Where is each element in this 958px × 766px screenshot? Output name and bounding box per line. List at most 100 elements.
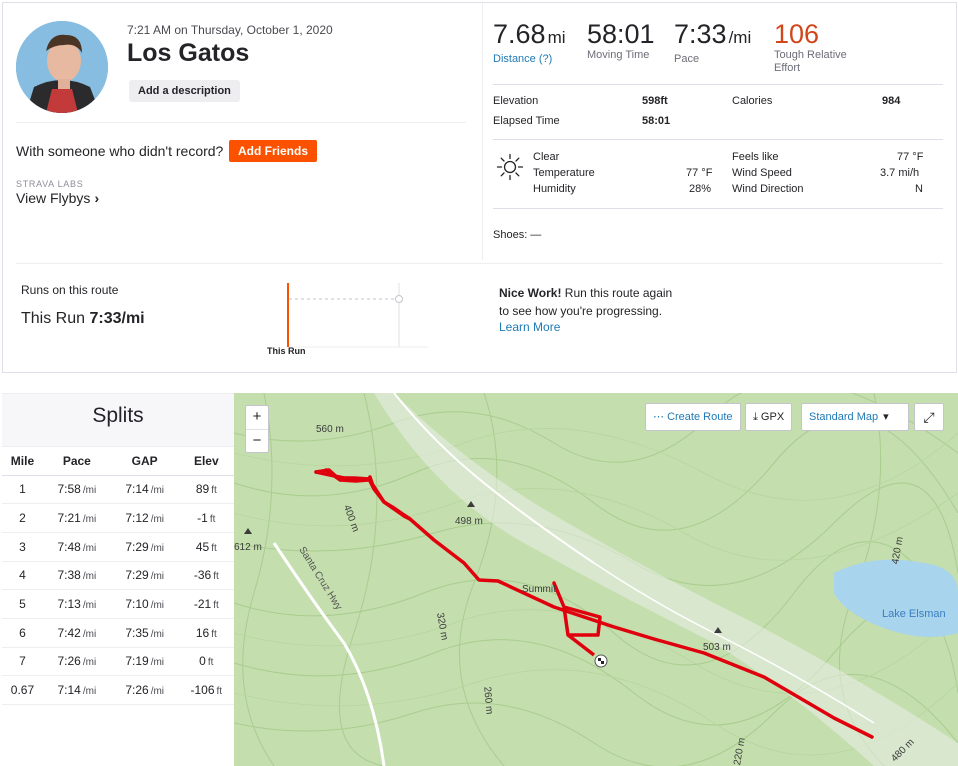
split-elev: -36 ft	[178, 561, 234, 591]
split-pace-value: 7:58	[57, 482, 81, 497]
split-mile: 7	[2, 647, 43, 677]
split-elev-unit: ft	[209, 514, 216, 526]
wind-speed-value: 3.7 mi/h	[880, 167, 920, 179]
map-style-dropdown[interactable]: Standard Map ▾	[801, 403, 909, 431]
header-mile: Mile	[2, 447, 43, 476]
gpx-download-button[interactable]: ⤓ GPX	[745, 403, 793, 431]
humidity-value: 28%	[689, 183, 712, 195]
split-pace-unit: /mi	[82, 571, 97, 583]
elevation-label: 503 m	[703, 642, 731, 653]
split-mile: 4	[2, 561, 43, 591]
split-pace-value: 7:48	[57, 539, 81, 554]
distance-label-link[interactable]: Distance (?)	[493, 53, 566, 66]
split-mile: 1	[2, 475, 43, 505]
split-pace-unit: /mi	[82, 485, 97, 497]
split-pace-value: 7:38	[57, 568, 81, 583]
learn-more-link[interactable]: Learn More	[499, 320, 560, 334]
create-route-button[interactable]: ⋯ Create Route	[645, 403, 741, 431]
zoom-out-button[interactable]: −	[246, 429, 268, 452]
table-row: 2 7:21/mi 7:12/mi -1 ft	[2, 503, 234, 533]
split-elev: 16 ft	[178, 618, 234, 648]
header-pace: Pace	[42, 447, 111, 476]
table-row: 5 7:13/mi 7:10/mi -21 ft	[2, 589, 234, 619]
view-flybys-label: View Flybys	[16, 190, 91, 206]
split-mile-value: 0.67	[10, 683, 35, 698]
elevation-label: 498 m	[455, 516, 483, 527]
split-gap-unit: /mi	[150, 485, 165, 497]
split-mile-value: 7	[19, 654, 26, 669]
sun-icon	[496, 153, 524, 181]
split-gap: 7:10/mi	[110, 589, 179, 619]
pace-value: 7:33	[674, 19, 727, 49]
table-row: 1 7:58/mi 7:14/mi 89 ft	[2, 475, 234, 505]
add-friends-button[interactable]: Add Friends	[229, 140, 318, 162]
split-gap-unit: /mi	[150, 542, 165, 554]
add-description-button[interactable]: Add a description	[129, 80, 240, 102]
strava-labs-label: STRAVA LABS	[16, 179, 84, 189]
split-elev-value: -21	[193, 597, 212, 612]
split-gap-unit: /mi	[150, 628, 165, 640]
feels-like-value: 77 °F	[897, 151, 924, 163]
this-run-pace-value: 7:33/mi	[89, 310, 145, 327]
split-elev-unit: ft	[211, 485, 217, 497]
create-route-icon: ⋯	[653, 411, 668, 423]
athlete-avatar[interactable]	[16, 21, 108, 113]
weather-condition: Clear	[533, 151, 560, 163]
split-mile: 5	[2, 589, 43, 619]
fullscreen-icon[interactable]: ⤢	[914, 403, 944, 431]
table-row: 0.67 7:14/mi 7:26/mi -106 ft	[2, 675, 234, 705]
split-gap-value: 7:19	[125, 654, 149, 669]
gpx-label: GPX	[760, 411, 785, 423]
nice-work-text-2: to see how you're progressing.	[499, 304, 663, 318]
wind-speed-label: Wind Speed	[732, 167, 792, 179]
split-gap: 7:12/mi	[110, 503, 179, 533]
split-elev-value: -36	[193, 568, 212, 583]
this-run-pace: This Run 7:33/mi	[21, 310, 145, 328]
split-gap: 7:35/mi	[110, 618, 179, 648]
split-pace: 7:38/mi	[42, 561, 111, 591]
divider	[16, 122, 466, 123]
zoom-in-button[interactable]: +	[246, 406, 268, 429]
activity-title[interactable]: Los Gatos	[127, 39, 249, 68]
map-terrain	[234, 393, 958, 766]
elevation-value: 598ft	[642, 95, 668, 107]
temperature-label: Temperature	[533, 167, 595, 179]
split-mile: 0.67	[2, 675, 43, 705]
split-elev-value: 45	[195, 539, 210, 554]
stat-pace: 7:33/mi Pace	[674, 19, 751, 66]
moving-time-label: Moving Time	[587, 49, 650, 61]
divider	[16, 263, 943, 264]
split-mile-value: 3	[19, 539, 26, 554]
split-pace-unit: /mi	[82, 600, 97, 612]
create-route-label: Create Route	[667, 411, 733, 423]
feels-like-label: Feels like	[732, 151, 779, 163]
split-gap: 7:26/mi	[110, 675, 179, 705]
split-gap-value: 7:35	[125, 625, 149, 640]
elevation-label: 560 m	[316, 424, 344, 435]
view-flybys-link[interactable]: View Flybys ›	[16, 190, 99, 206]
relative-effort-label-1: Tough Relative	[774, 49, 847, 61]
splits-table: Mile Pace GAP Elev 1 7:58/mi 7:14/mi 89 ft 2 7…	[2, 447, 234, 705]
split-pace: 7:13/mi	[42, 589, 111, 619]
split-pace-value: 7:42	[57, 625, 81, 640]
split-elev: -1 ft	[178, 503, 234, 533]
chevron-right-icon: ›	[94, 190, 100, 206]
route-map[interactable]: + − ⋯ Create Route ⤓ GPX Standard Map ▾ ⤢…	[234, 393, 958, 766]
split-pace: 7:14/mi	[42, 675, 111, 705]
split-elev-unit: ft	[213, 600, 219, 612]
stat-relative-effort[interactable]: 106 Tough Relative Effort	[774, 19, 847, 75]
table-row: 7 7:26/mi 7:19/mi 0 ft	[2, 647, 234, 677]
split-gap-value: 7:14	[125, 482, 149, 497]
header-gap: GAP	[110, 447, 179, 476]
split-gap-unit: /mi	[150, 686, 165, 698]
zoom-control: + −	[245, 405, 269, 453]
activity-summary-card: 7:21 AM on Thursday, October 1, 2020 Los…	[2, 2, 957, 373]
this-run-tick-label: This Run	[267, 346, 306, 356]
split-elev-unit: ft	[216, 686, 223, 698]
temperature-value: 77 °F	[686, 167, 713, 179]
table-row: 4 7:38/mi 7:29/mi -36 ft	[2, 561, 234, 591]
wind-direction-label: Wind Direction	[732, 183, 804, 195]
nice-work-bold: Nice Work!	[499, 286, 562, 300]
split-mile-value: 5	[19, 597, 26, 612]
split-elev-unit: ft	[213, 571, 219, 583]
